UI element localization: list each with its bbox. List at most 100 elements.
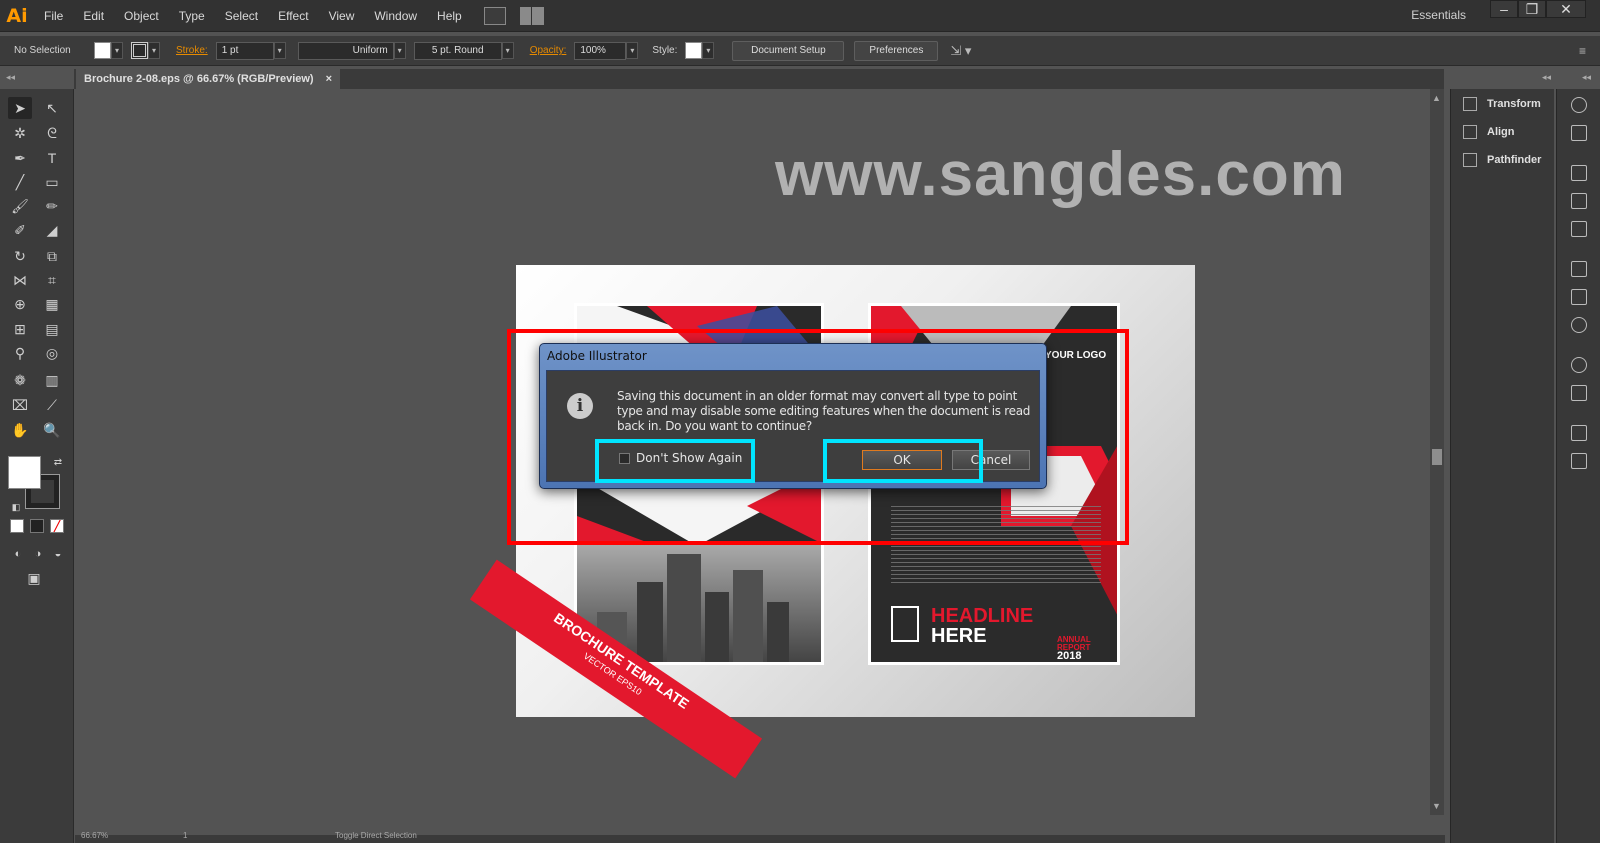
- restore-button[interactable]: ❐: [1518, 0, 1546, 18]
- close-button[interactable]: ✕: [1546, 0, 1586, 18]
- mesh-tool-icon[interactable]: ⊞: [8, 318, 32, 340]
- line-tool-icon[interactable]: ╱: [8, 171, 32, 193]
- eyedropper-tool-icon[interactable]: ⚲: [8, 342, 32, 364]
- pen-tool-icon[interactable]: ✒: [8, 147, 32, 169]
- menu-file[interactable]: File: [34, 0, 73, 32]
- menu-effect[interactable]: Effect: [268, 0, 318, 32]
- swap-fill-stroke-icon[interactable]: ⇄: [46, 451, 70, 473]
- appearance-icon[interactable]: [1571, 357, 1587, 373]
- shape-builder-tool-icon[interactable]: ⊕: [8, 293, 32, 315]
- vertical-scroll-thumb[interactable]: [1432, 449, 1442, 465]
- collapse-strip-icon[interactable]: ◂◂: [1582, 72, 1591, 83]
- gradient-tool-icon[interactable]: ▤: [40, 318, 64, 340]
- zoom-tool-icon[interactable]: 🔍: [40, 419, 64, 441]
- stroke-swatch[interactable]: [131, 42, 148, 59]
- scroll-up-icon[interactable]: ▲: [1432, 93, 1441, 103]
- scale-tool-icon[interactable]: ⧉: [40, 245, 64, 267]
- direct-selection-tool-icon[interactable]: ↖: [40, 97, 64, 119]
- menu-window[interactable]: Window: [364, 0, 427, 32]
- fill-swatch[interactable]: [94, 42, 111, 59]
- profile-dropdown[interactable]: ▾: [393, 42, 406, 59]
- swatches-icon[interactable]: [1571, 193, 1587, 209]
- stroke-icon[interactable]: [1571, 261, 1587, 277]
- stroke-weight-dropdown[interactable]: ▾: [273, 42, 286, 59]
- lasso-tool-icon[interactable]: ᘓ: [40, 122, 64, 144]
- menu-select[interactable]: Select: [215, 0, 268, 32]
- stroke-label[interactable]: Stroke:: [176, 45, 208, 56]
- screen-mode-icon[interactable]: ▣: [22, 567, 46, 589]
- panel-transform[interactable]: Transform: [1463, 97, 1541, 111]
- color-icon[interactable]: [1571, 125, 1587, 141]
- brushes-icon[interactable]: [1571, 165, 1587, 181]
- workspace-switcher[interactable]: Essentials: [1411, 8, 1466, 22]
- tab-close-icon[interactable]: ×: [326, 69, 332, 89]
- opacity-field[interactable]: 100%: [574, 41, 627, 60]
- style-dropdown[interactable]: ▾: [702, 42, 715, 59]
- variable-width-profile[interactable]: Uniform: [297, 41, 394, 60]
- paintbrush-tool-icon[interactable]: 🖌: [8, 195, 32, 217]
- collapse-tools-icon[interactable]: ◂◂: [6, 72, 15, 83]
- artboard-number[interactable]: 1: [183, 831, 187, 840]
- hand-tool-icon[interactable]: ✋: [8, 419, 32, 441]
- rotate-tool-icon[interactable]: ↻: [8, 245, 32, 267]
- stroke-dropdown[interactable]: ▾: [148, 42, 160, 59]
- brush-dropdown[interactable]: ▾: [501, 42, 514, 59]
- arrange-documents-icon[interactable]: [519, 6, 544, 25]
- minimize-button[interactable]: –: [1490, 0, 1518, 18]
- style-swatch[interactable]: [685, 42, 703, 59]
- headline-line-1: HEADLINE: [931, 605, 1034, 627]
- width-tool-icon[interactable]: ⋈: [8, 269, 32, 291]
- document-tab-bar: Brochure 2-08.eps @ 66.67% (RGB/Preview)…: [74, 69, 1444, 89]
- artboards-icon[interactable]: [1571, 453, 1587, 469]
- blend-tool-icon[interactable]: ◎: [40, 342, 64, 364]
- zoom-level[interactable]: 66.67%: [81, 831, 108, 840]
- document-setup-button[interactable]: Document Setup: [732, 40, 845, 61]
- symbols-icon[interactable]: [1571, 221, 1587, 237]
- menu-object[interactable]: Object: [114, 0, 169, 32]
- draw-inside-icon[interactable]: ◒: [46, 543, 70, 565]
- preferences-button[interactable]: Preferences: [854, 40, 939, 61]
- document-tab[interactable]: Brochure 2-08.eps @ 66.67% (RGB/Preview)…: [76, 69, 341, 89]
- control-panel-menu-icon[interactable]: ≡: [1579, 44, 1586, 58]
- eraser-tool-icon[interactable]: ◢: [40, 219, 64, 241]
- transparency-icon[interactable]: [1571, 317, 1587, 333]
- panel-pathfinder[interactable]: Pathfinder: [1463, 153, 1541, 167]
- layers-icon[interactable]: [1571, 425, 1587, 441]
- vertical-scrollbar[interactable]: ▲ ▼: [1430, 89, 1444, 815]
- document-canvas[interactable]: www.sangdes.com YOUR LOGO HEADLINE HERE …: [75, 89, 1439, 815]
- symbol-sprayer-tool-icon[interactable]: ❁: [8, 369, 32, 391]
- menu-help[interactable]: Help: [427, 0, 472, 32]
- opacity-dropdown[interactable]: ▾: [626, 42, 639, 59]
- fill-dropdown[interactable]: ▾: [111, 42, 123, 59]
- magic-wand-tool-icon[interactable]: ✲: [8, 122, 32, 144]
- perspective-grid-tool-icon[interactable]: ▦: [40, 293, 64, 315]
- stroke-weight-field[interactable]: 1 pt: [215, 41, 274, 60]
- bridge-icon[interactable]: [483, 6, 506, 25]
- pencil-tool-icon[interactable]: ✏: [40, 195, 64, 217]
- free-transform-tool-icon[interactable]: ⌗: [40, 269, 64, 291]
- slice-tool-icon[interactable]: ⟋: [40, 394, 64, 416]
- panel-align[interactable]: Align: [1463, 125, 1515, 139]
- gradient-mode-icon[interactable]: [30, 519, 44, 533]
- color-guide-icon[interactable]: [1571, 97, 1587, 113]
- none-mode-icon[interactable]: ╱: [50, 519, 64, 533]
- fill-color-box[interactable]: [8, 456, 41, 489]
- selection-tool-icon[interactable]: ➤: [8, 97, 32, 119]
- collapse-panels-icon[interactable]: ◂◂: [1542, 72, 1551, 83]
- color-mode-icon[interactable]: [10, 519, 24, 533]
- artboard-tool-icon[interactable]: ⌧: [8, 394, 32, 416]
- menu-type[interactable]: Type: [169, 0, 215, 32]
- brush-definition[interactable]: 5 pt. Round: [413, 41, 502, 60]
- menu-view[interactable]: View: [319, 0, 365, 32]
- default-fill-stroke-icon[interactable]: ◧: [4, 496, 28, 518]
- shaper-tool-icon[interactable]: ✐: [8, 219, 32, 241]
- opacity-label[interactable]: Opacity:: [530, 45, 567, 56]
- column-graph-tool-icon[interactable]: ▥: [40, 369, 64, 391]
- gradient-icon[interactable]: [1571, 289, 1587, 305]
- type-tool-icon[interactable]: T: [40, 147, 64, 169]
- graphic-styles-icon[interactable]: [1571, 385, 1587, 401]
- arrange-icon[interactable]: ⇲ ▾: [950, 43, 971, 59]
- menu-edit[interactable]: Edit: [73, 0, 114, 32]
- rectangle-tool-icon[interactable]: ▭: [40, 171, 64, 193]
- scroll-down-icon[interactable]: ▼: [1432, 801, 1441, 811]
